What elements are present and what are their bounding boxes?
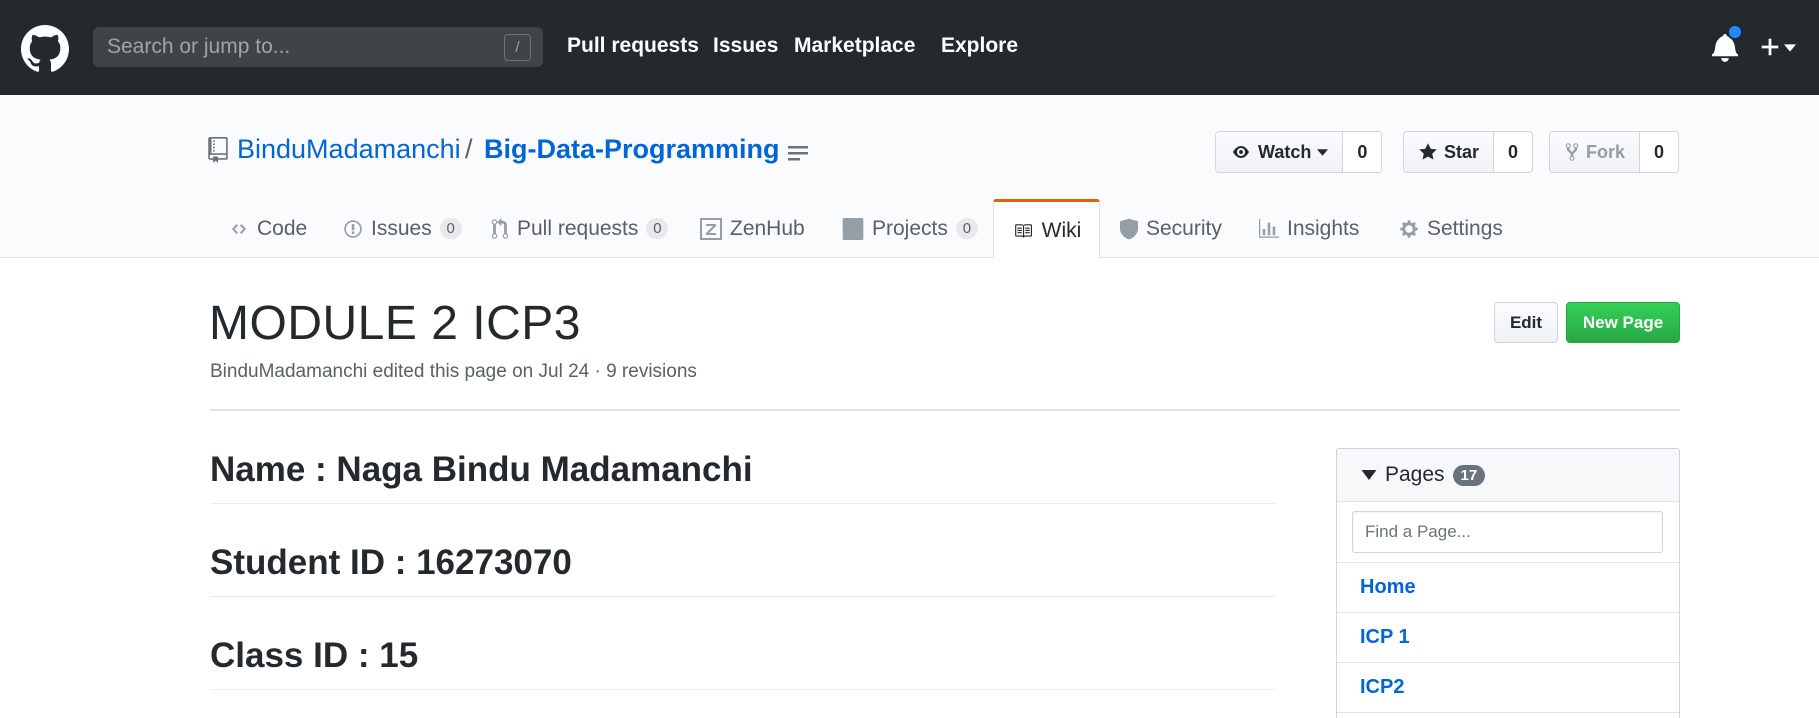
heading-class-id: Class ID : 15 [210,636,419,675]
tab-projects[interactable]: Projects 0 [842,198,978,259]
fork-label: Fork [1586,141,1626,162]
zenhub-menu-icon[interactable] [788,145,808,161]
title-divider [210,409,1680,411]
repo-icon [208,137,228,163]
tab-label: ZenHub [730,216,805,240]
watch-label: Watch [1258,141,1312,162]
tab-label: Insights [1287,216,1360,240]
repo-name-link[interactable]: Big-Data-Programming [484,134,780,165]
star-button[interactable]: Star [1404,132,1495,172]
heading-divider [210,503,1276,504]
tab-issues[interactable]: Issues 0 [343,198,462,259]
page-link-icp2[interactable]: ICP2 [1337,663,1679,713]
tab-settings[interactable]: Settings [1399,198,1503,259]
page-edit-meta: BinduMadamanchi edited this page on Jul … [210,361,697,382]
pages-toggle[interactable]: Pages 17 [1337,449,1679,502]
heading-student-id: Student ID : 16273070 [210,543,572,582]
global-header: / Pull requests Issues Marketplace Explo… [0,0,1819,95]
gear-icon [1400,219,1418,238]
tab-insights[interactable]: Insights [1259,198,1359,259]
issue-icon [344,219,362,238]
watch-button[interactable]: Watch [1216,132,1344,172]
page-link-icp-1[interactable]: ICP 1 [1337,613,1679,663]
star-button-group: Star 0 [1403,131,1534,173]
nav-explore[interactable]: Explore [941,34,1018,58]
tab-code[interactable]: Code [229,198,307,259]
find-page-input[interactable] [1352,511,1663,553]
star-label: Star [1444,141,1480,162]
caret-down-icon [1317,148,1329,156]
tab-label: Code [257,216,308,240]
nav-pull-requests[interactable]: Pull requests [567,34,699,58]
book-icon [1014,223,1032,238]
pages-label: Pages [1385,463,1445,486]
heading-divider [210,596,1276,597]
page-title: MODULE 2 ICP3 [209,297,581,350]
repo-path-separator: / [465,134,473,164]
page-link-home[interactable]: Home [1337,563,1679,613]
tab-label: Issues [371,216,432,240]
search-box[interactable]: / [93,27,543,67]
github-logo-icon[interactable] [21,25,69,73]
code-icon [232,223,246,234]
plus-icon [1761,38,1779,56]
issues-counter: 0 [439,218,462,239]
tab-wiki[interactable]: Wiki [993,199,1100,259]
forks-count[interactable]: 0 [1640,132,1679,172]
tab-label: Wiki [1041,218,1082,242]
watchers-count[interactable]: 0 [1343,132,1382,172]
pages-counter: 17 [1452,464,1486,486]
repo-owner-link[interactable]: BinduMadamanchi [237,134,461,165]
nav-marketplace[interactable]: Marketplace [794,34,915,58]
heading-divider [210,689,1276,690]
tab-label: Projects [872,216,948,240]
stargazers-count[interactable]: 0 [1494,132,1533,172]
wiki-pages-sidebar: Pages 17 Home ICP 1 ICP2 [1336,448,1680,718]
notification-indicator [1727,24,1743,40]
fork-button-group: Fork 0 [1549,131,1680,173]
triangle-down-icon [1361,470,1377,480]
tab-pull-requests[interactable]: Pull requests 0 [491,198,669,259]
fork-button[interactable]: Fork [1550,132,1641,172]
tab-label: Pull requests [517,216,639,240]
caret-down-icon [1784,44,1796,52]
fork-icon [1565,143,1579,161]
pages-filter [1337,502,1679,563]
edit-button[interactable]: Edit [1494,302,1558,343]
search-input[interactable] [93,27,543,67]
new-page-button[interactable]: New Page [1566,302,1680,343]
projects-counter: 0 [955,218,978,239]
tab-zenhub[interactable]: ZenHub [700,198,805,259]
pull-requests-counter: 0 [646,218,669,239]
nav-issues[interactable]: Issues [713,34,778,58]
create-new-dropdown[interactable] [1759,28,1801,64]
graph-icon [1259,218,1279,238]
star-icon [1419,143,1437,160]
search-shortcut-hint: / [504,34,531,61]
tab-label: Security [1146,216,1222,240]
shield-icon [1120,218,1138,239]
project-icon [842,217,864,240]
eye-icon [1233,146,1249,158]
tab-label: Settings [1427,216,1503,240]
heading-name: Name : Naga Bindu Madamanchi [210,450,753,489]
tab-security[interactable]: Security [1120,198,1222,259]
pull-request-icon [491,217,509,239]
watch-button-group: Watch 0 [1215,131,1383,173]
zenhub-icon [700,217,722,240]
